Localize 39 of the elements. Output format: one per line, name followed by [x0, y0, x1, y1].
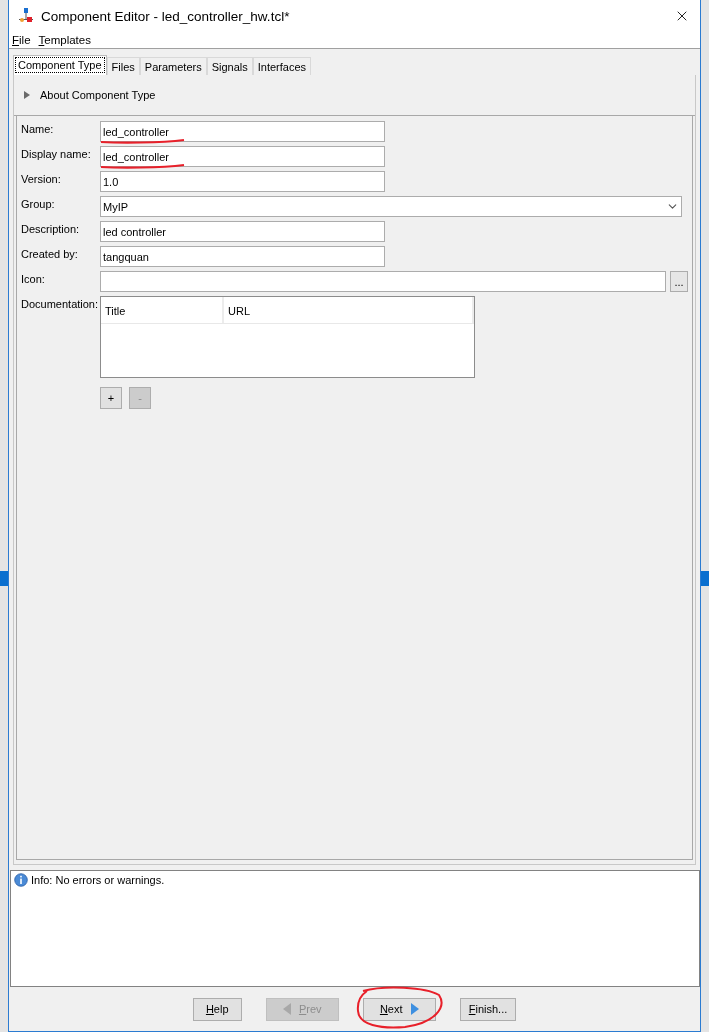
window-title: Component Editor - led_controller_hw.tcl*	[41, 8, 291, 24]
info-message: Info: No errors or warnings.	[31, 873, 165, 888]
input-field[interactable]: led controller	[100, 221, 385, 242]
input-field[interactable]: led_controller	[100, 146, 385, 167]
left-arrow-icon	[282, 1003, 291, 1015]
right-arrow-icon	[410, 1003, 419, 1015]
info-icon	[14, 873, 28, 887]
input-field[interactable]: tangquan	[100, 246, 385, 267]
field-label: Created by:	[21, 247, 79, 260]
field-label: Description:	[21, 222, 81, 235]
tab[interactable]: Signals	[206, 57, 253, 75]
tab[interactable]: Files	[106, 57, 140, 75]
next-button[interactable]: Next	[362, 997, 436, 1021]
field-label: Group:	[21, 197, 56, 210]
field-label: Display name:	[21, 147, 92, 160]
selected-row	[701, 571, 709, 586]
input-field[interactable]: 1.0	[100, 171, 385, 192]
group-dropdown[interactable]: MyIP	[100, 196, 682, 217]
dialog-button[interactable]: Finish...	[459, 997, 517, 1021]
add-button[interactable]: +	[100, 387, 122, 409]
tab[interactable]: Interfaces	[252, 57, 312, 75]
menu-item[interactable]: File	[12, 32, 31, 48]
dialog-button[interactable]: Help	[192, 997, 242, 1021]
field-label: Name:	[21, 122, 55, 135]
input-field[interactable]: led_controller	[100, 121, 385, 142]
input-field[interactable]	[100, 271, 666, 292]
field-label: Documentation:	[21, 297, 100, 310]
column-header[interactable]: URL	[224, 297, 474, 323]
browse-button[interactable]: ...	[670, 271, 688, 292]
app-icon	[19, 8, 33, 24]
tab[interactable]: Component Type	[13, 55, 107, 75]
expand-arrow-icon[interactable]	[24, 91, 30, 99]
tab[interactable]: Parameters	[139, 57, 207, 75]
selected-row	[0, 571, 8, 586]
menu-item[interactable]: Templates	[38, 32, 91, 48]
field-label: Version:	[21, 172, 62, 185]
field-label: Icon:	[21, 272, 46, 285]
section-title[interactable]: About Component Type	[40, 89, 156, 101]
column-header[interactable]: Title	[101, 297, 224, 323]
